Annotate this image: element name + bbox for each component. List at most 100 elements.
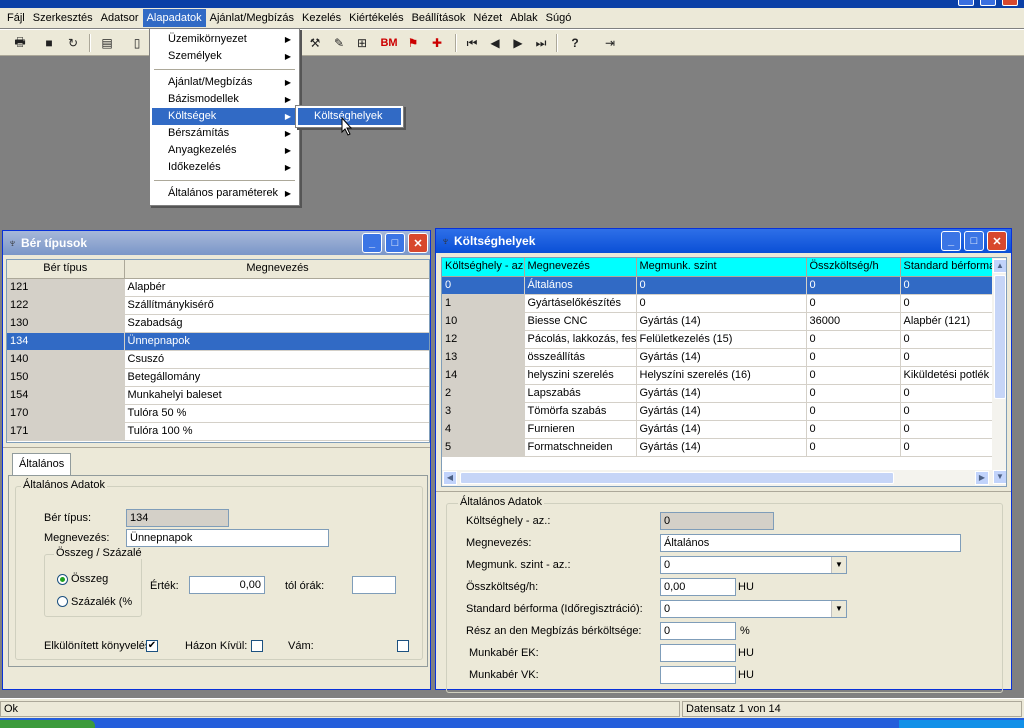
help-icon[interactable]: ? [566,34,584,52]
table-cell[interactable]: 0 [442,276,525,295]
table-cell[interactable]: 170 [7,404,125,423]
next-record-icon[interactable]: ▶ [509,34,527,52]
table-cell[interactable]: 0 [806,276,901,295]
column-header-standard-berforma[interactable]: Standard bérforma [900,258,995,277]
table-cell[interactable]: Tömörfa szabás [524,402,637,421]
menu-item-5[interactable]: Bérszámítás ▶ [152,125,297,142]
table-row[interactable]: 3 Tömörfa szabás Gyártás (14) 0 0 [442,402,995,421]
table-cell[interactable]: Kiküldetési potlék [900,366,995,385]
app-minimize-button[interactable] [958,0,974,6]
table-cell[interactable]: 10 [442,312,525,331]
table-cell[interactable]: Alapbér [124,278,429,297]
scroll-right-icon[interactable]: ▶ [975,471,989,485]
table-row[interactable]: 0 Általános 0 0 0 [442,276,995,295]
table-row[interactable]: 13 összeállítás Gyártás (14) 0 0 [442,348,995,367]
new-document-icon[interactable]: ▯ [128,34,146,52]
table-cell[interactable]: összeállítás [524,348,637,367]
table-cell[interactable]: 0 [900,420,995,439]
menu-item-4[interactable]: Költségek ▶ [152,108,297,125]
menu-7[interactable]: Beállítások [408,9,470,27]
table-row[interactable]: 4 Furnieren Gyártás (14) 0 0 [442,420,995,439]
table-cell[interactable]: 0 [900,294,995,313]
column-header-megnevezes[interactable]: Megnevezés [524,258,637,277]
previous-record-icon[interactable]: ◀ [486,34,504,52]
table-cell[interactable]: 0 [806,384,901,403]
bm-icon[interactable]: BM [380,34,398,52]
tab-altalanos[interactable]: Általános [12,453,72,475]
chart-icon[interactable]: ⚑ [404,34,422,52]
exit-icon[interactable]: ⇥ [601,34,619,52]
table-cell[interactable]: Általános [524,276,637,295]
column-header-koltseghely[interactable]: Költséghely - az. [442,258,525,277]
table-cell[interactable]: Gyártás (14) [636,402,807,421]
menu-item-7[interactable]: Időkezelés ▶ [152,159,297,176]
table-cell[interactable]: 0 [900,348,995,367]
table-row[interactable]: 150 Betegállomány [7,368,429,387]
szazalek-radio[interactable] [57,596,68,607]
elkulonitett-checkbox[interactable]: ✔ [146,640,158,652]
table-row[interactable]: 5 Formatschneiden Gyártás (14) 0 0 [442,438,995,457]
table-cell[interactable]: 2 [442,384,525,403]
chevron-down-icon[interactable]: ▼ [831,601,846,617]
ber-tipus-field[interactable]: 134 [126,509,229,527]
megmunk-szint-select[interactable]: 0 ▼ [660,556,847,574]
scroll-up-icon[interactable]: ▲ [993,259,1006,273]
table-cell[interactable]: Pácolás, lakkozás, festés [524,330,637,349]
close-button[interactable]: ✕ [987,231,1007,251]
menu-2[interactable]: Adatsor [97,9,143,27]
table-cell[interactable]: Gyártáselőkészítés [524,294,637,313]
table-cell[interactable]: Gyártás (14) [636,420,807,439]
column-header-osszkoltseg[interactable]: Összköltség/h [806,258,901,277]
horizontal-scroll-thumb[interactable] [460,472,894,484]
table-cell[interactable]: Gyártás (14) [636,312,807,331]
refresh-icon[interactable]: ↻ [64,34,82,52]
column-header-ber-tipus[interactable]: Bér típus [7,260,125,279]
munkaber-ek-field[interactable] [660,644,736,662]
table-cell[interactable]: 0 [806,366,901,385]
table-cell[interactable]: Betegállomány [124,368,429,387]
vertical-scrollbar[interactable]: ▲ ▼ [992,258,1006,486]
table-cell[interactable]: 122 [7,296,125,315]
table-cell[interactable]: 0 [806,348,901,367]
table-row[interactable]: 130 Szabadság [7,314,429,333]
table-row[interactable]: 12Pácolás, lakkozás, festésFelületkezelé… [442,330,995,349]
tol-orak-field[interactable] [352,576,396,594]
table-cell[interactable]: 140 [7,350,125,369]
table-cell[interactable]: 1 [442,294,525,313]
printer-icon[interactable]: 🖶 [11,34,29,52]
table-cell[interactable]: Biesse CNC [524,312,637,331]
table-row[interactable]: 2 Lapszabás Gyártás (14) 0 0 [442,384,995,403]
koltseghely-field[interactable]: 0 [660,512,774,530]
table-row[interactable]: 121 Alapbér [7,278,429,297]
table-cell[interactable]: 13 [442,348,525,367]
table-cell[interactable]: 121 [7,278,125,297]
table-cell[interactable]: Csuszó [124,350,429,369]
wrench-icon[interactable]: ⚒ [306,34,324,52]
list-icon[interactable]: ▤ [98,34,116,52]
table-cell[interactable]: Alapbér (121) [900,312,995,331]
form-icon[interactable]: ✎ [330,34,348,52]
menu-item-1[interactable]: Személyek ▶ [152,48,297,65]
tools-icon[interactable]: ✚ [428,34,446,52]
megnevezes-field[interactable]: Általános [660,534,961,552]
table-cell[interactable]: 0 [806,438,901,457]
table-cell[interactable]: 0 [806,330,901,349]
chevron-down-icon[interactable]: ▼ [831,557,846,573]
megnevezes-field[interactable]: Ünnepnapok [126,529,329,547]
table-cell[interactable]: Gyártás (14) [636,384,807,403]
maximize-button[interactable]: □ [385,233,405,253]
table-cell[interactable]: 36000 [806,312,901,331]
table-cell[interactable]: Gyártás (14) [636,348,807,367]
table-cell[interactable]: 154 [7,386,125,405]
table-row[interactable]: 122 Szállítmánykisérő [7,296,429,315]
koltseghelyek-title-bar[interactable]: ♆ Költséghelyek _ □ ✕ [436,229,1011,253]
table-cell[interactable]: Munkahelyi baleset [124,386,429,405]
table-cell[interactable]: helyszini szerelés [524,366,637,385]
column-header-megnevezes[interactable]: Megnevezés [124,260,429,279]
org-chart-icon[interactable]: ⊞ [353,34,371,52]
table-cell[interactable]: 150 [7,368,125,387]
table-cell[interactable]: Lapszabás [524,384,637,403]
table-cell[interactable]: Szabadság [124,314,429,333]
osszkoltseg-field[interactable]: 0,00 [660,578,736,596]
vam-checkbox[interactable] [397,640,409,652]
